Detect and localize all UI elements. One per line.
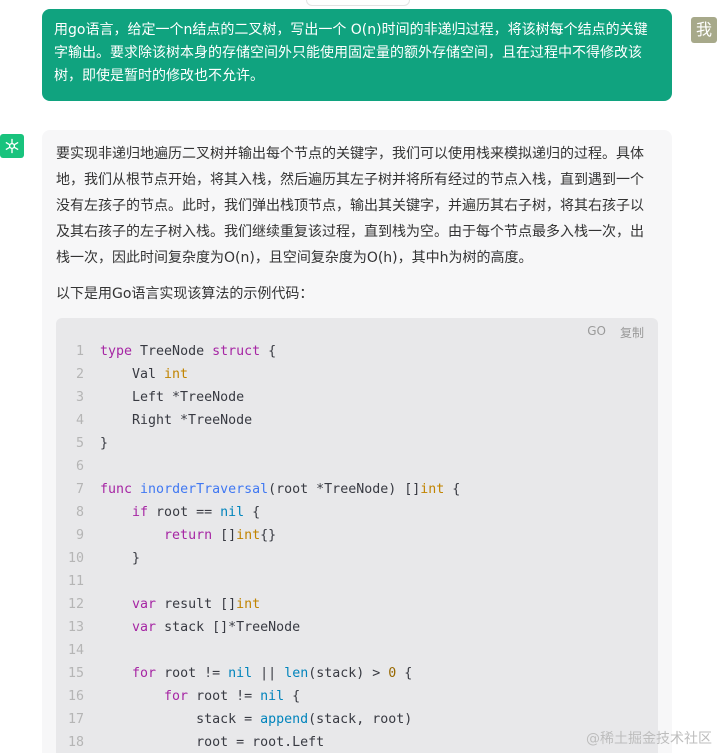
code-text: } [100,436,109,451]
code-block: GO 复制 1 type TreeNode struct {2 Val int 3 … [56,318,658,753]
code-text: } [100,551,141,566]
code-text: Right *TreeNode [100,413,253,428]
code-text: func inorderTraversal(root *TreeNode) []… [100,482,461,497]
code-line: 5} [56,432,658,455]
code-text: var stack []*TreeNode [132,620,301,635]
line-number: 11 [67,574,84,589]
line-number: 9 [75,528,84,543]
line-number: 5 [75,436,84,451]
code-line: 4 Right *TreeNode [56,409,658,432]
code-line: 13 var stack []*TreeNode [56,616,658,639]
code-text: root = root.Left [100,735,325,750]
code-line: 9 return []int{} [56,524,658,547]
code-text: Val int [100,367,189,382]
code-line: 12 var result []int [56,593,658,616]
code-line: 6 [56,455,658,478]
code-language-label: GO [587,324,606,338]
assistant-paragraph-1: 要实现非递归地遍历二叉树并输出每个节点的关键字，我们可以使用栈来模拟递归的过程。… [56,146,644,266]
code-line: 3 Left *TreeNode [56,386,658,409]
line-number: 3 [75,390,84,405]
line-number: 1 [75,344,84,359]
line-number: 13 [67,620,84,635]
code-toolbar: GO 复制 [587,324,644,341]
line-number: 16 [67,689,84,704]
line-number: 14 [67,643,84,658]
user-message-text: 用go语言，给定一个n结点的二叉树，写出一个 O(n)时间的非递归过程，将该树每… [54,22,648,84]
code-line: 16 for root != nil { [56,685,658,708]
copy-code-button[interactable]: 复制 [620,324,644,341]
line-number: 4 [75,413,84,428]
code-text: Left *TreeNode [100,390,245,405]
code-text: for root != nil { [164,689,301,704]
code-text: if root == nil { [132,505,261,520]
line-number: 6 [75,459,84,474]
line-number: 10 [67,551,84,566]
code-line: 15 for root != nil || len(stack) > 0 { [56,662,658,685]
user-message: 用go语言，给定一个n结点的二叉树，写出一个 O(n)时间的非递归过程，将该树每… [42,9,672,101]
user-avatar: 我 [691,17,717,43]
assistant-avatar [0,134,24,158]
code-text: type TreeNode struct { [100,344,277,359]
code-text: for root != nil || len(stack) > 0 { [132,666,413,681]
code-text: stack = append(stack, root) [100,712,413,727]
code-text: var result []int [132,597,261,612]
line-number: 15 [67,666,84,681]
line-number: 17 [67,712,84,727]
code-line: 8 if root == nil { [56,501,658,524]
code-line: 10 } [56,547,658,570]
watermark: @稀土掘金技术社区 [586,731,712,747]
line-number: 2 [75,367,84,382]
code-line: 17 stack = append(stack, root) [56,708,658,731]
top-tab-edge [306,0,410,6]
code-text: return []int{} [164,528,277,543]
line-number: 7 [75,482,84,497]
line-number: 8 [75,505,84,520]
line-number: 12 [67,597,84,612]
code-line: 18 root = root.Left [56,731,658,753]
code-line: 14 [56,639,658,662]
code-line: 7 func inorderTraversal(root *TreeNode) [… [56,478,658,501]
line-number: 18 [67,735,84,750]
code-lines: 1 type TreeNode struct {2 Val int 3 Left *… [56,340,658,753]
openai-logo-icon [5,138,19,154]
assistant-paragraph-2: 以下是用Go语言实现该算法的示例代码： [56,286,314,302]
code-line: 2 Val int [56,363,658,386]
code-line: 11 [56,570,658,593]
code-line: 1 type TreeNode struct { [56,340,658,363]
